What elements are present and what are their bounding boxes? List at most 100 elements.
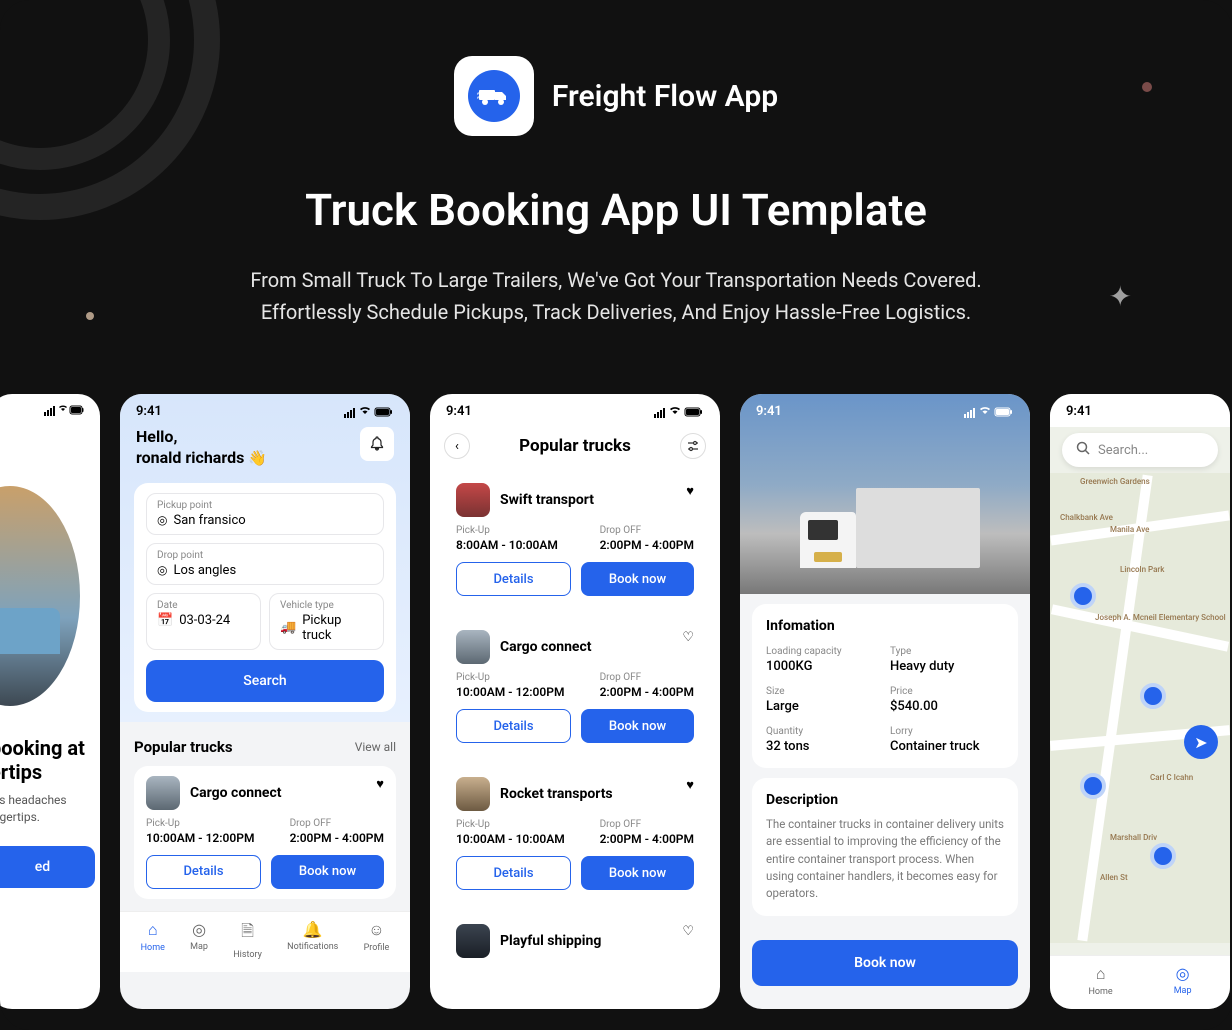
book-now-button[interactable]: Book now — [271, 855, 384, 889]
status-icons — [654, 406, 704, 418]
favorite-button[interactable]: ♥ — [376, 776, 384, 792]
phone-onboarding: booking at ertips ics headaches ingertip… — [0, 394, 100, 1009]
greeting: Hello,ronald richards 👋 — [136, 427, 267, 469]
bell-icon: 🔔 — [303, 920, 323, 939]
tab-profile[interactable]: ☺Profile — [364, 920, 390, 960]
wave-icon: 👋 — [248, 449, 267, 467]
truck-card: Playful shipping♡ — [444, 914, 706, 958]
headline: Truck Booking App UI Template — [0, 184, 1232, 236]
favorite-button[interactable]: ♡ — [682, 630, 694, 645]
details-button[interactable]: Details — [456, 709, 571, 743]
filter-button[interactable] — [680, 433, 706, 459]
phone-popular-trucks: 9:41 ‹ Popular trucks Swift transport♥ P… — [430, 394, 720, 1009]
tab-history[interactable]: 🗎History — [233, 920, 262, 960]
map-icon: ◎ — [192, 920, 206, 939]
profile-icon: ☺ — [368, 920, 384, 940]
calendar-icon: 📅 — [157, 613, 173, 628]
tab-bar: ⌂Home ◎Map — [1050, 955, 1230, 1009]
map-pin[interactable] — [1080, 773, 1106, 799]
book-now-button[interactable]: Book now — [581, 709, 694, 743]
home-icon: ⌂ — [1096, 964, 1106, 984]
details-button[interactable]: Details — [456, 562, 571, 596]
tab-home[interactable]: ⌂Home — [141, 920, 165, 960]
map-poi: Joseph A. Mcneil Elementary School — [1095, 613, 1226, 622]
map-poi: Marshall Driv — [1110, 833, 1157, 842]
map-pin[interactable] — [1070, 583, 1096, 609]
drop-field[interactable]: Drop point ◎Los angles — [146, 543, 384, 585]
section-title: Popular trucks — [134, 738, 233, 756]
decor-dot — [86, 312, 94, 320]
home-icon: ⌂ — [148, 920, 158, 940]
back-button[interactable]: ‹ — [444, 433, 470, 459]
tab-map[interactable]: ◎Map — [190, 920, 208, 960]
phone-truck-detail: 9:41 Infomation Loading capacity1000KG T… — [740, 394, 1030, 1009]
tab-map[interactable]: ◎Map — [1174, 964, 1192, 997]
truck-card: Rocket transports♥ Pick-Up10:00AM - 10:0… — [444, 767, 706, 900]
phone-home: 9:41 Hello,ronald richards 👋 Pickup poin… — [120, 394, 410, 1009]
favorite-button[interactable]: ♡ — [682, 924, 694, 939]
map-poi: Allen St — [1100, 873, 1128, 882]
subheadline: From Small Truck To Large Trailers, We'v… — [0, 264, 1232, 328]
status-time: 9:41 — [446, 404, 472, 419]
status-time: 9:41 — [756, 404, 782, 419]
book-now-button[interactable]: Book now — [752, 940, 1018, 986]
hero-image — [0, 486, 80, 706]
truck-thumbnail — [456, 777, 490, 811]
details-button[interactable]: Details — [456, 856, 571, 890]
truck-hero-image: 9:41 — [740, 394, 1030, 594]
favorite-button[interactable]: ♥ — [686, 777, 694, 793]
map-icon: ◎ — [1176, 964, 1190, 983]
search-icon — [1076, 441, 1090, 459]
truck-icon — [468, 70, 520, 122]
sparkle-icon: ✦ — [1109, 280, 1132, 313]
details-button[interactable]: Details — [146, 855, 261, 889]
tab-notifications[interactable]: 🔔Notifications — [287, 920, 338, 960]
information-card: Infomation Loading capacity1000KG TypeHe… — [752, 604, 1018, 768]
map-poi: Lincoln Park — [1120, 565, 1164, 574]
app-logo — [454, 56, 534, 136]
tab-bar: ⌂Home ◎Map 🗎History 🔔Notifications ☺Prof… — [120, 911, 410, 972]
status-icons — [344, 406, 394, 418]
truck-thumbnail — [456, 483, 490, 517]
status-time: 9:41 — [1066, 404, 1092, 419]
truck-thumbnail — [456, 924, 490, 958]
app-name: Freight Flow App — [552, 79, 778, 114]
search-button[interactable]: Search — [146, 660, 384, 702]
map-poi: Carl C Icahn — [1150, 773, 1193, 782]
view-all-link[interactable]: View all — [355, 740, 396, 754]
locate-me-button[interactable]: ➤ — [1184, 725, 1218, 759]
map-search-input[interactable]: Search... — [1062, 433, 1218, 467]
truck-card: Swift transport♥ Pick-Up8:00AM - 10:00AM… — [444, 473, 706, 606]
map-view[interactable]: Greenwich Gardens Chalkbank Ave Manila A… — [1050, 473, 1230, 943]
map-poi: Chalkbank Ave — [1060, 513, 1113, 522]
map-pin[interactable] — [1140, 683, 1166, 709]
search-card: Pickup point ◎San fransico Drop point ◎L… — [134, 483, 396, 712]
book-now-button[interactable]: Book now — [581, 856, 694, 890]
notification-button[interactable] — [360, 427, 394, 461]
map-poi: Manila Ave — [1110, 525, 1149, 534]
map-poi: Greenwich Gardens — [1080, 477, 1150, 486]
phone-map: 9:41 Search... Greenwich Gardens Chalkba… — [1050, 394, 1230, 1009]
vehicle-field[interactable]: Vehicle type 🚚Pickup truck — [269, 593, 384, 650]
truck-thumbnail — [456, 630, 490, 664]
page-title: Popular trucks — [519, 436, 631, 456]
favorite-button[interactable]: ♥ — [686, 483, 694, 499]
history-icon: 🗎 — [241, 920, 254, 947]
truck-card: Cargo connect♡ Pick-Up10:00AM - 12:00PMD… — [444, 620, 706, 753]
truck-icon: 🚚 — [280, 620, 296, 635]
get-started-button[interactable]: ed — [0, 846, 95, 888]
truck-thumbnail — [146, 776, 180, 810]
onboarding-sub: ics headaches ingertips. — [0, 792, 100, 846]
map-pin[interactable] — [1150, 843, 1176, 869]
status-icons — [964, 406, 1014, 418]
status-icons — [44, 404, 84, 416]
pickup-field[interactable]: Pickup point ◎San fransico — [146, 493, 384, 535]
tab-home[interactable]: ⌂Home — [1088, 964, 1112, 997]
status-time: 9:41 — [136, 404, 162, 419]
book-now-button[interactable]: Book now — [581, 562, 694, 596]
date-field[interactable]: Date 📅03-03-24 — [146, 593, 261, 650]
description-card: Description The container trucks in cont… — [752, 778, 1018, 916]
onboarding-title: booking at ertips — [0, 706, 100, 792]
pin-icon: ◎ — [157, 563, 167, 577]
truck-card: Cargo connect ♥ Pick-Up10:00AM - 12:00PM… — [134, 766, 396, 899]
